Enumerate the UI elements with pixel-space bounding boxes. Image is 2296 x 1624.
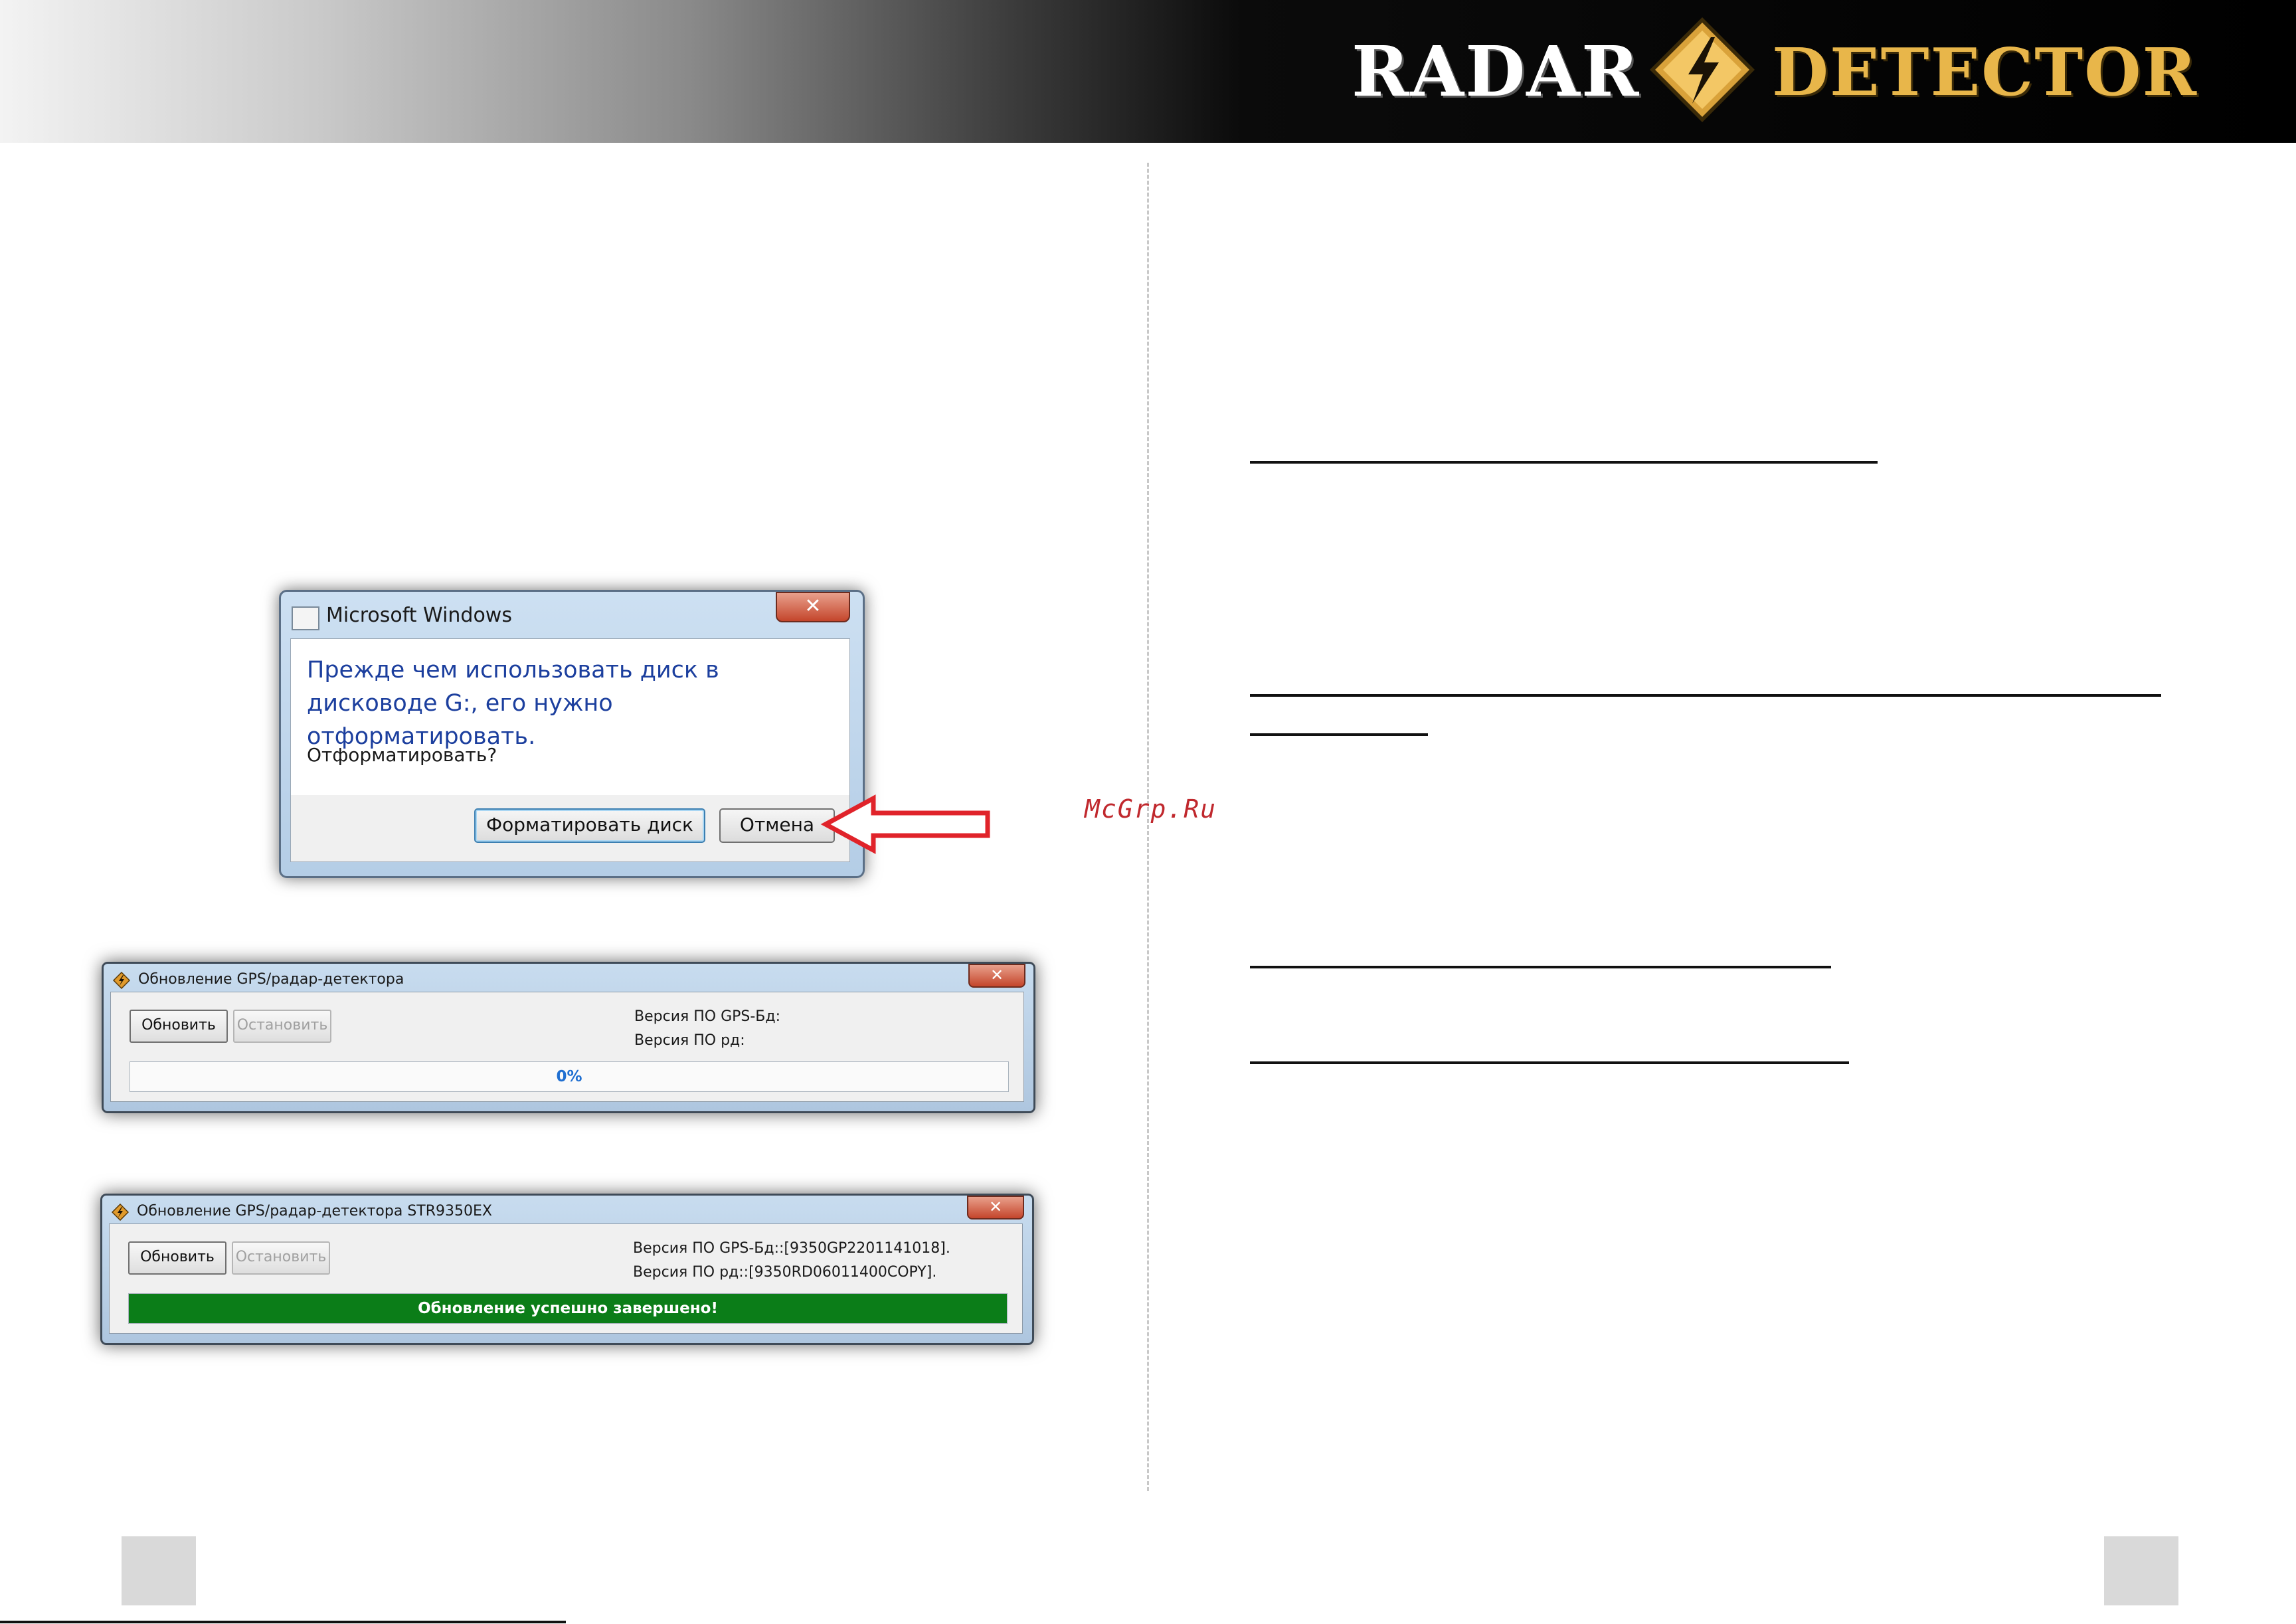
- logo-detector-text: DETECTOR: [1772, 35, 2198, 111]
- progress-text: Обновление успешно завершено!: [418, 1300, 718, 1317]
- cancel-button[interactable]: Отмена: [719, 808, 835, 843]
- rd-version-label: Версия ПО рд::[9350RD06011400COPY].: [633, 1264, 937, 1281]
- dialog-question: Отформатировать?: [307, 744, 497, 766]
- close-button[interactable]: ✕: [967, 1196, 1024, 1219]
- updater-window-start: Обновление GPS/радар-детектора ✕ Обновит…: [102, 962, 1035, 1113]
- update-button[interactable]: Обновить: [130, 1010, 228, 1043]
- page-number-box-right: [2104, 1536, 2178, 1605]
- close-button[interactable]: ✕: [968, 964, 1025, 988]
- column-divider: [1147, 163, 1149, 1491]
- header-banner: RADAR DETECTOR: [0, 0, 2296, 143]
- gps-version-label: Версия ПО GPS-Бд:: [634, 1008, 780, 1025]
- dialog-content: Прежде чем использовать диск в дисководе…: [290, 638, 850, 796]
- underline-rule: [1250, 1061, 1849, 1064]
- dialog-message: Прежде чем использовать диск в дисководе…: [307, 657, 719, 750]
- progress-bar: Обновление успешно завершено!: [128, 1293, 1008, 1324]
- rd-version-label: Версия ПО рд:: [634, 1032, 745, 1049]
- progress-text: 0%: [556, 1068, 582, 1085]
- logo-radar-text: RADAR: [1352, 31, 1640, 112]
- underline-rule: [1250, 694, 2161, 697]
- dialog-title: Microsoft Windows: [326, 604, 512, 627]
- close-button[interactable]: ✕: [776, 592, 850, 622]
- updater-content: Обновить Остановить Версия ПО GPS-Бд::[9…: [109, 1223, 1023, 1334]
- updater-window-done: Обновление GPS/радар-детектора STR9350EX…: [100, 1194, 1034, 1345]
- watermark-text: McGrp.Ru: [1085, 794, 1217, 824]
- stop-button[interactable]: Остановить: [232, 1241, 330, 1275]
- window-title: Обновление GPS/радар-детектора STR9350EX: [137, 1203, 492, 1219]
- stop-button[interactable]: Остановить: [233, 1010, 331, 1043]
- drive-icon: [292, 606, 319, 630]
- gps-version-label: Версия ПО GPS-Бд::[9350GP2201141018].: [633, 1240, 950, 1257]
- window-title: Обновление GPS/радар-детектора: [138, 971, 404, 988]
- page-number-box-left: [122, 1536, 196, 1605]
- dialog-footer: Форматировать диск Отмена: [290, 795, 850, 862]
- underline-rule: [1250, 966, 1831, 968]
- red-arrow-icon: [820, 794, 990, 854]
- format-dialog: Microsoft Windows ✕ Прежде чем использов…: [279, 590, 865, 878]
- format-disk-button[interactable]: Форматировать диск: [474, 808, 705, 843]
- footer-rule: [0, 1621, 566, 1623]
- lightning-diamond-icon: [1650, 17, 1755, 122]
- radar-app-icon: [112, 1204, 129, 1221]
- underline-rule: [1250, 461, 1878, 464]
- progress-bar: 0%: [130, 1061, 1009, 1092]
- underline-rule: [1250, 733, 1428, 736]
- update-button[interactable]: Обновить: [128, 1241, 226, 1275]
- radar-app-icon: [113, 972, 130, 989]
- updater-content: Обновить Остановить Версия ПО GPS-Бд: Ве…: [110, 992, 1024, 1102]
